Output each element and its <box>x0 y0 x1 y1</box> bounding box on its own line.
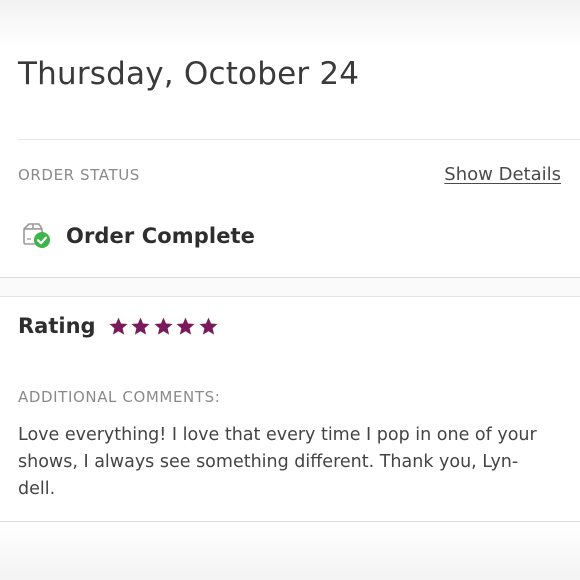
comment-line: shows, I always see something different.… <box>18 452 519 472</box>
package-check-icon <box>20 221 52 251</box>
star-icon <box>108 316 129 337</box>
rating-label: Rating <box>18 314 96 338</box>
star-icon <box>153 316 174 337</box>
divider <box>18 139 580 140</box>
star-icon <box>130 316 151 337</box>
comment-line: Love everything! I love that every time … <box>18 425 537 445</box>
order-status-label: ORDER STATUS <box>18 166 140 184</box>
comment-text: Love everything! I love that every time … <box>18 422 566 503</box>
order-status-text: Order Complete <box>66 224 256 248</box>
show-details-link[interactable]: Show Details <box>444 164 561 185</box>
bottom-fade <box>0 522 580 580</box>
section-separator <box>0 277 580 297</box>
order-date-heading: Thursday, October 24 <box>18 56 360 92</box>
star-icon <box>175 316 196 337</box>
top-fade <box>0 0 580 48</box>
star-icon <box>198 316 219 337</box>
additional-comments-label: ADDITIONAL COMMENTS: <box>18 388 221 406</box>
order-status-row: Order Complete <box>20 220 255 252</box>
comment-line: dell. <box>18 479 56 499</box>
rating-stars <box>108 316 221 337</box>
rating-row: Rating <box>18 314 220 338</box>
